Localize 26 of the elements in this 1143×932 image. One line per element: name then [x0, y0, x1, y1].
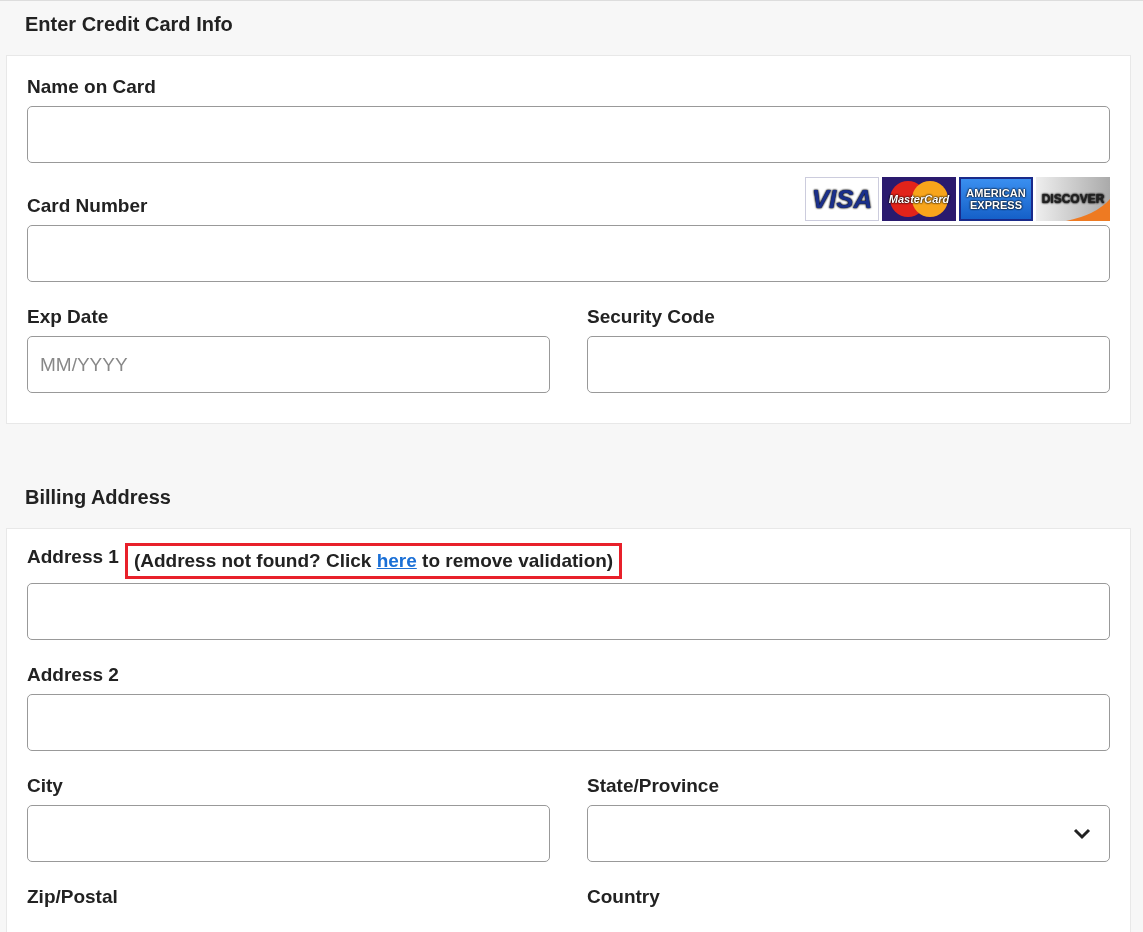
input-field[interactable]	[27, 106, 1110, 163]
section-title: Enter Credit Card Info	[24, 12, 234, 37]
input-field[interactable]	[27, 225, 1110, 282]
input-field[interactable]	[27, 805, 550, 862]
card-logo: VISA	[805, 177, 879, 221]
field-label: City	[27, 775, 63, 797]
field-label: Country	[587, 886, 660, 908]
card-logo: DISCOVER	[1036, 177, 1110, 221]
select-field[interactable]	[587, 805, 1110, 862]
field-label: State/Province	[587, 775, 719, 797]
field-label: Address 1	[27, 546, 119, 568]
remove-validation-link[interactable]: here	[376, 550, 417, 571]
input-field[interactable]	[27, 694, 1110, 751]
chevron-down-icon	[1073, 827, 1091, 840]
field-label: Address 2	[27, 664, 119, 686]
section-title: Billing Address	[24, 485, 172, 510]
field-label: Zip/Postal	[27, 886, 118, 908]
input-field[interactable]	[27, 583, 1110, 640]
card-logo: AMERICAN EXPRESS	[959, 177, 1033, 221]
field-label: Name on Card	[27, 76, 156, 98]
validation-note: (Address not found? Click here to remove validation)	[124, 543, 623, 579]
field-label: Security Code	[587, 306, 715, 328]
input-field[interactable]: MM/YYYY	[27, 336, 550, 393]
field-label: Card Number	[27, 195, 148, 217]
input-field[interactable]	[587, 336, 1110, 393]
field-label: Exp Date	[27, 306, 109, 328]
